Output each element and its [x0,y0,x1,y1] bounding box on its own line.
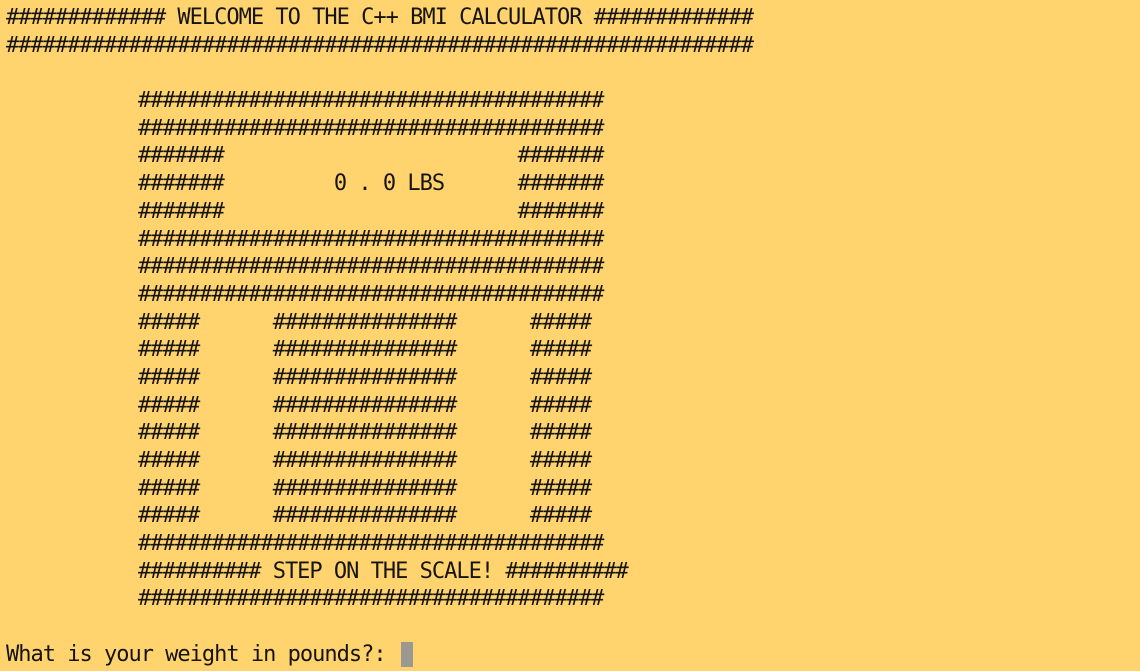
scale-art-line: ##### ############### ##### [138,475,592,501]
scale-art-line: ###################################### [138,531,604,557]
weight-prompt-label: What is your weight in pounds?: [6,641,398,667]
scale-art-line: ##### ############### ##### [138,364,592,390]
scale-art-line: ##### ############### ##### [138,309,592,335]
scale-art-line: ####### ####### [138,198,604,224]
scale-instruction-line: ########## STEP ON THE SCALE! ########## [138,558,629,584]
scale-art-line: ##### ############### ##### [138,420,592,446]
input-prompt-row[interactable]: What is your weight in pounds?: [6,641,1140,669]
terminal-cursor [400,642,413,668]
scale-art-line: ####### ####### [138,143,604,169]
scale-art-line: ###################################### [138,254,604,280]
scale-art-line: ###################################### [138,281,604,307]
scale-art-line: ###################################### [138,115,604,141]
header-welcome-line: ############# WELCOME TO THE C++ BMI CAL… [6,5,754,30]
scale-art-line: ###################################### [138,88,604,114]
scale-art-line: ##### ############### ##### [138,392,592,418]
terminal-window[interactable]: ############# WELCOME TO THE C++ BMI CAL… [0,0,1140,671]
scale-art-line: ##### ############### ##### [138,337,592,363]
scale-art-line: ###################################### [138,226,604,252]
scale-art-line: ###################################### [138,586,604,612]
header-divider-line: ########################################… [6,32,754,58]
scale-weight-display: ####### 0 . 0 LBS ####### [138,171,604,197]
scale-art-line: ##### ############### ##### [138,448,592,473]
scale-art-line: ##### ############### ##### [138,503,592,529]
scale-ascii-art: ###################################### #… [6,87,1140,613]
